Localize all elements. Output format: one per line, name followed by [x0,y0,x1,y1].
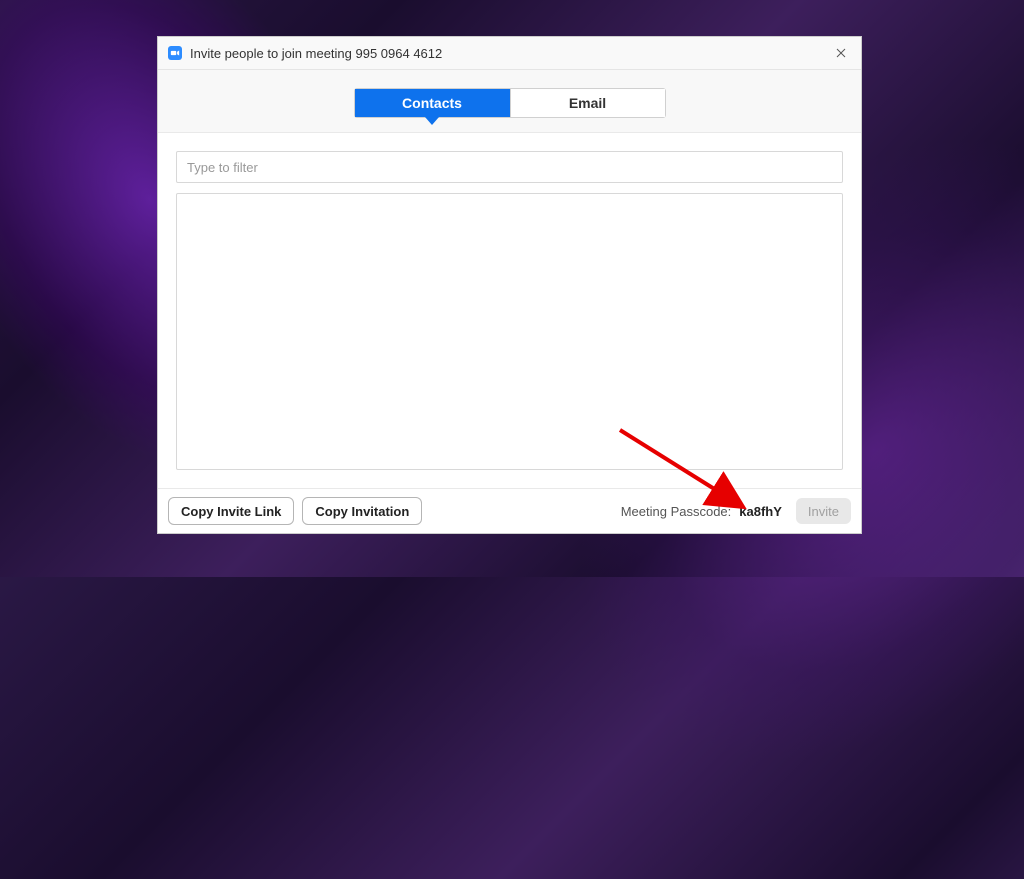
invite-button[interactable]: Invite [796,498,851,524]
close-icon [835,47,847,59]
dialog-body [158,133,861,488]
tabs-row: Contacts Email [158,70,861,133]
passcode-label: Meeting Passcode: [621,504,732,519]
tab-email[interactable]: Email [510,89,665,117]
window-title: Invite people to join meeting 995 0964 4… [190,46,831,61]
invite-button-label: Invite [808,504,839,519]
invite-dialog: Invite people to join meeting 995 0964 4… [157,36,862,534]
copy-invite-link-label: Copy Invite Link [181,504,281,519]
tab-contacts-label: Contacts [402,95,462,111]
copy-invite-link-button[interactable]: Copy Invite Link [168,497,294,525]
tab-contacts[interactable]: Contacts [355,89,510,117]
contacts-list[interactable] [176,193,843,470]
copy-invitation-button[interactable]: Copy Invitation [302,497,422,525]
copy-invitation-label: Copy Invitation [315,504,409,519]
zoom-icon [168,46,182,60]
filter-input[interactable] [176,151,843,183]
titlebar: Invite people to join meeting 995 0964 4… [158,37,861,70]
tab-email-label: Email [569,95,606,111]
dialog-footer: Copy Invite Link Copy Invitation Meeting… [158,488,861,533]
close-button[interactable] [831,43,851,63]
passcode-value: ka8fhY [739,504,782,519]
tabs-container: Contacts Email [354,88,666,118]
